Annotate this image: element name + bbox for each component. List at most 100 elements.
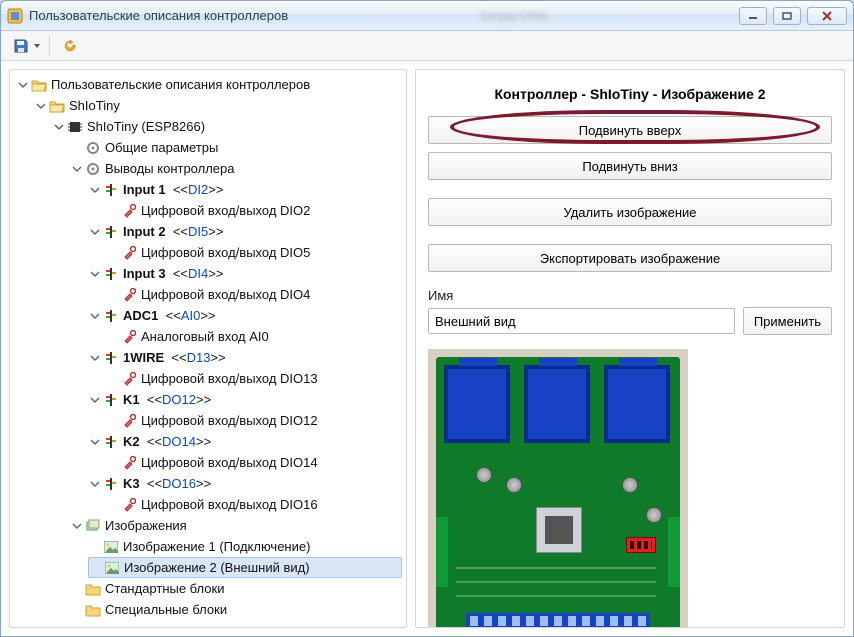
titlebar: Пользовательские описания контроллеров S… — [1, 1, 853, 31]
pin-icon — [103, 182, 119, 198]
chevron-down-icon[interactable] — [88, 393, 101, 406]
chevron-down-icon[interactable] — [16, 78, 29, 91]
tree-std-label: Стандартные блоки — [105, 581, 224, 596]
chevron-down-icon[interactable] — [88, 267, 101, 280]
tree-io-input1[interactable]: Input 1 <<DI2>> — [88, 179, 406, 200]
chevron-down-icon[interactable] — [88, 225, 101, 238]
close-button[interactable] — [807, 7, 847, 25]
tools-icon — [121, 455, 137, 471]
gear-icon — [85, 161, 101, 177]
tree-common-params[interactable]: Общие параметры — [70, 137, 406, 158]
maximize-button[interactable] — [773, 7, 801, 25]
tree-io-k3-sub[interactable]: Цифровой вход/выход DIO16 — [106, 494, 406, 515]
pin-icon — [103, 350, 119, 366]
pin-icon — [103, 266, 119, 282]
tree-io-k3[interactable]: K3 <<DO16>> — [88, 473, 406, 494]
tree-root[interactable]: Пользовательские описания контроллеров — [16, 74, 406, 95]
image-icon — [103, 539, 119, 555]
tools-icon — [121, 287, 137, 303]
tree-std-blocks[interactable]: Стандартные блоки — [70, 578, 406, 599]
folder-open-icon — [49, 98, 65, 114]
app-icon — [7, 8, 23, 24]
detail-pane: Контроллер - ShIoTiny - Изображение 2 По… — [415, 69, 845, 628]
delete-image-button[interactable]: Удалить изображение — [428, 198, 832, 226]
tree-outputs[interactable]: Выводы контроллера — [70, 158, 406, 179]
tools-icon — [121, 371, 137, 387]
tools-icon — [121, 497, 137, 513]
tree-common-label: Общие параметры — [105, 140, 218, 155]
toolbar — [1, 31, 853, 61]
move-down-button[interactable]: Подвинуть вниз — [428, 152, 832, 180]
tools-icon — [121, 413, 137, 429]
tree-io-onewire[interactable]: 1WIRE <<D13>> — [88, 347, 406, 368]
content-area: Пользовательские описания контроллеров S… — [1, 61, 853, 636]
image-icon — [104, 560, 120, 576]
chevron-down-icon[interactable] — [88, 183, 101, 196]
titlebar-blurred-text: Simply CRM — [288, 9, 739, 23]
move-up-button[interactable]: Подвинуть вверх — [428, 116, 832, 144]
tree-image-1[interactable]: Изображение 1 (Подключение) — [88, 536, 406, 557]
save-dropdown[interactable] — [33, 34, 41, 58]
folder-icon — [85, 602, 101, 618]
tree-image-2[interactable]: Изображение 2 (Внешний вид) — [88, 557, 402, 578]
tree-spec-label: Специальные блоки — [105, 602, 227, 617]
name-label: Имя — [428, 288, 832, 303]
image-preview — [428, 349, 688, 628]
tree-shiotiny[interactable]: ShIoTiny — [34, 95, 406, 116]
save-button[interactable] — [9, 34, 33, 58]
chevron-down-icon[interactable] — [52, 120, 65, 133]
folder-open-icon — [31, 77, 47, 93]
tree-io-k1-sub[interactable]: Цифровой вход/выход DIO12 — [106, 410, 406, 431]
tree-io-adc1[interactable]: ADC1 <<AI0>> — [88, 305, 406, 326]
pin-icon — [103, 434, 119, 450]
app-window: Пользовательские описания контроллеров S… — [0, 0, 854, 637]
pin-icon — [103, 392, 119, 408]
tree-io-k2-sub[interactable]: Цифровой вход/выход DIO14 — [106, 452, 406, 473]
gear-icon — [85, 140, 101, 156]
toolbar-separator — [49, 36, 50, 56]
minimize-button[interactable] — [739, 7, 767, 25]
tree-io-input3[interactable]: Input 3 <<DI4>> — [88, 263, 406, 284]
refresh-button[interactable] — [58, 34, 82, 58]
tree-io-input2[interactable]: Input 2 <<DI5>> — [88, 221, 406, 242]
detail-title: Контроллер - ShIoTiny - Изображение 2 — [428, 86, 832, 102]
chevron-down-icon[interactable] — [70, 519, 83, 532]
apply-button[interactable]: Применить — [743, 307, 832, 335]
tree-images-label: Изображения — [105, 518, 187, 533]
tools-icon — [121, 203, 137, 219]
tree-esp-label: ShIoTiny (ESP8266) — [87, 119, 205, 134]
tools-icon — [121, 329, 137, 345]
tree-images[interactable]: Изображения — [70, 515, 406, 536]
tree-io-input2-sub[interactable]: Цифровой вход/выход DIO5 — [106, 242, 406, 263]
tree-outputs-label: Выводы контроллера — [105, 161, 235, 176]
pin-icon — [103, 476, 119, 492]
image-stack-icon — [85, 518, 101, 534]
tree-shiotiny-label: ShIoTiny — [69, 98, 120, 113]
chevron-down-icon[interactable] — [88, 309, 101, 322]
tree-io-input3-sub[interactable]: Цифровой вход/выход DIO4 — [106, 284, 406, 305]
tree-shiotiny-esp[interactable]: ShIoTiny (ESP8266) — [52, 116, 406, 137]
tree-io-input1-sub[interactable]: Цифровой вход/выход DIO2 — [106, 200, 406, 221]
folder-icon — [85, 581, 101, 597]
pin-icon — [103, 308, 119, 324]
window-controls — [739, 7, 847, 25]
tree-root-label: Пользовательские описания контроллеров — [51, 77, 310, 92]
tree-io-k1[interactable]: K1 <<DO12>> — [88, 389, 406, 410]
tree-image1-label: Изображение 1 (Подключение) — [123, 539, 310, 554]
chevron-down-icon[interactable] — [70, 162, 83, 175]
tools-icon — [121, 245, 137, 261]
tree-io-adc1-sub[interactable]: Аналоговый вход AI0 — [106, 326, 406, 347]
chevron-down-icon[interactable] — [34, 99, 47, 112]
tree-pane[interactable]: Пользовательские описания контроллеров S… — [9, 69, 407, 628]
tree-spec-blocks[interactable]: Специальные блоки — [70, 599, 406, 620]
tree-io-k2[interactable]: K2 <<DO14>> — [88, 431, 406, 452]
chevron-down-icon[interactable] — [88, 435, 101, 448]
name-input[interactable] — [428, 308, 735, 334]
tree-io-onewire-sub[interactable]: Цифровой вход/выход DIO13 — [106, 368, 406, 389]
window-title: Пользовательские описания контроллеров — [29, 8, 288, 23]
chip-icon — [67, 119, 83, 135]
export-image-button[interactable]: Экспортировать изображение — [428, 244, 832, 272]
pin-icon — [103, 224, 119, 240]
chevron-down-icon[interactable] — [88, 351, 101, 364]
chevron-down-icon[interactable] — [88, 477, 101, 490]
